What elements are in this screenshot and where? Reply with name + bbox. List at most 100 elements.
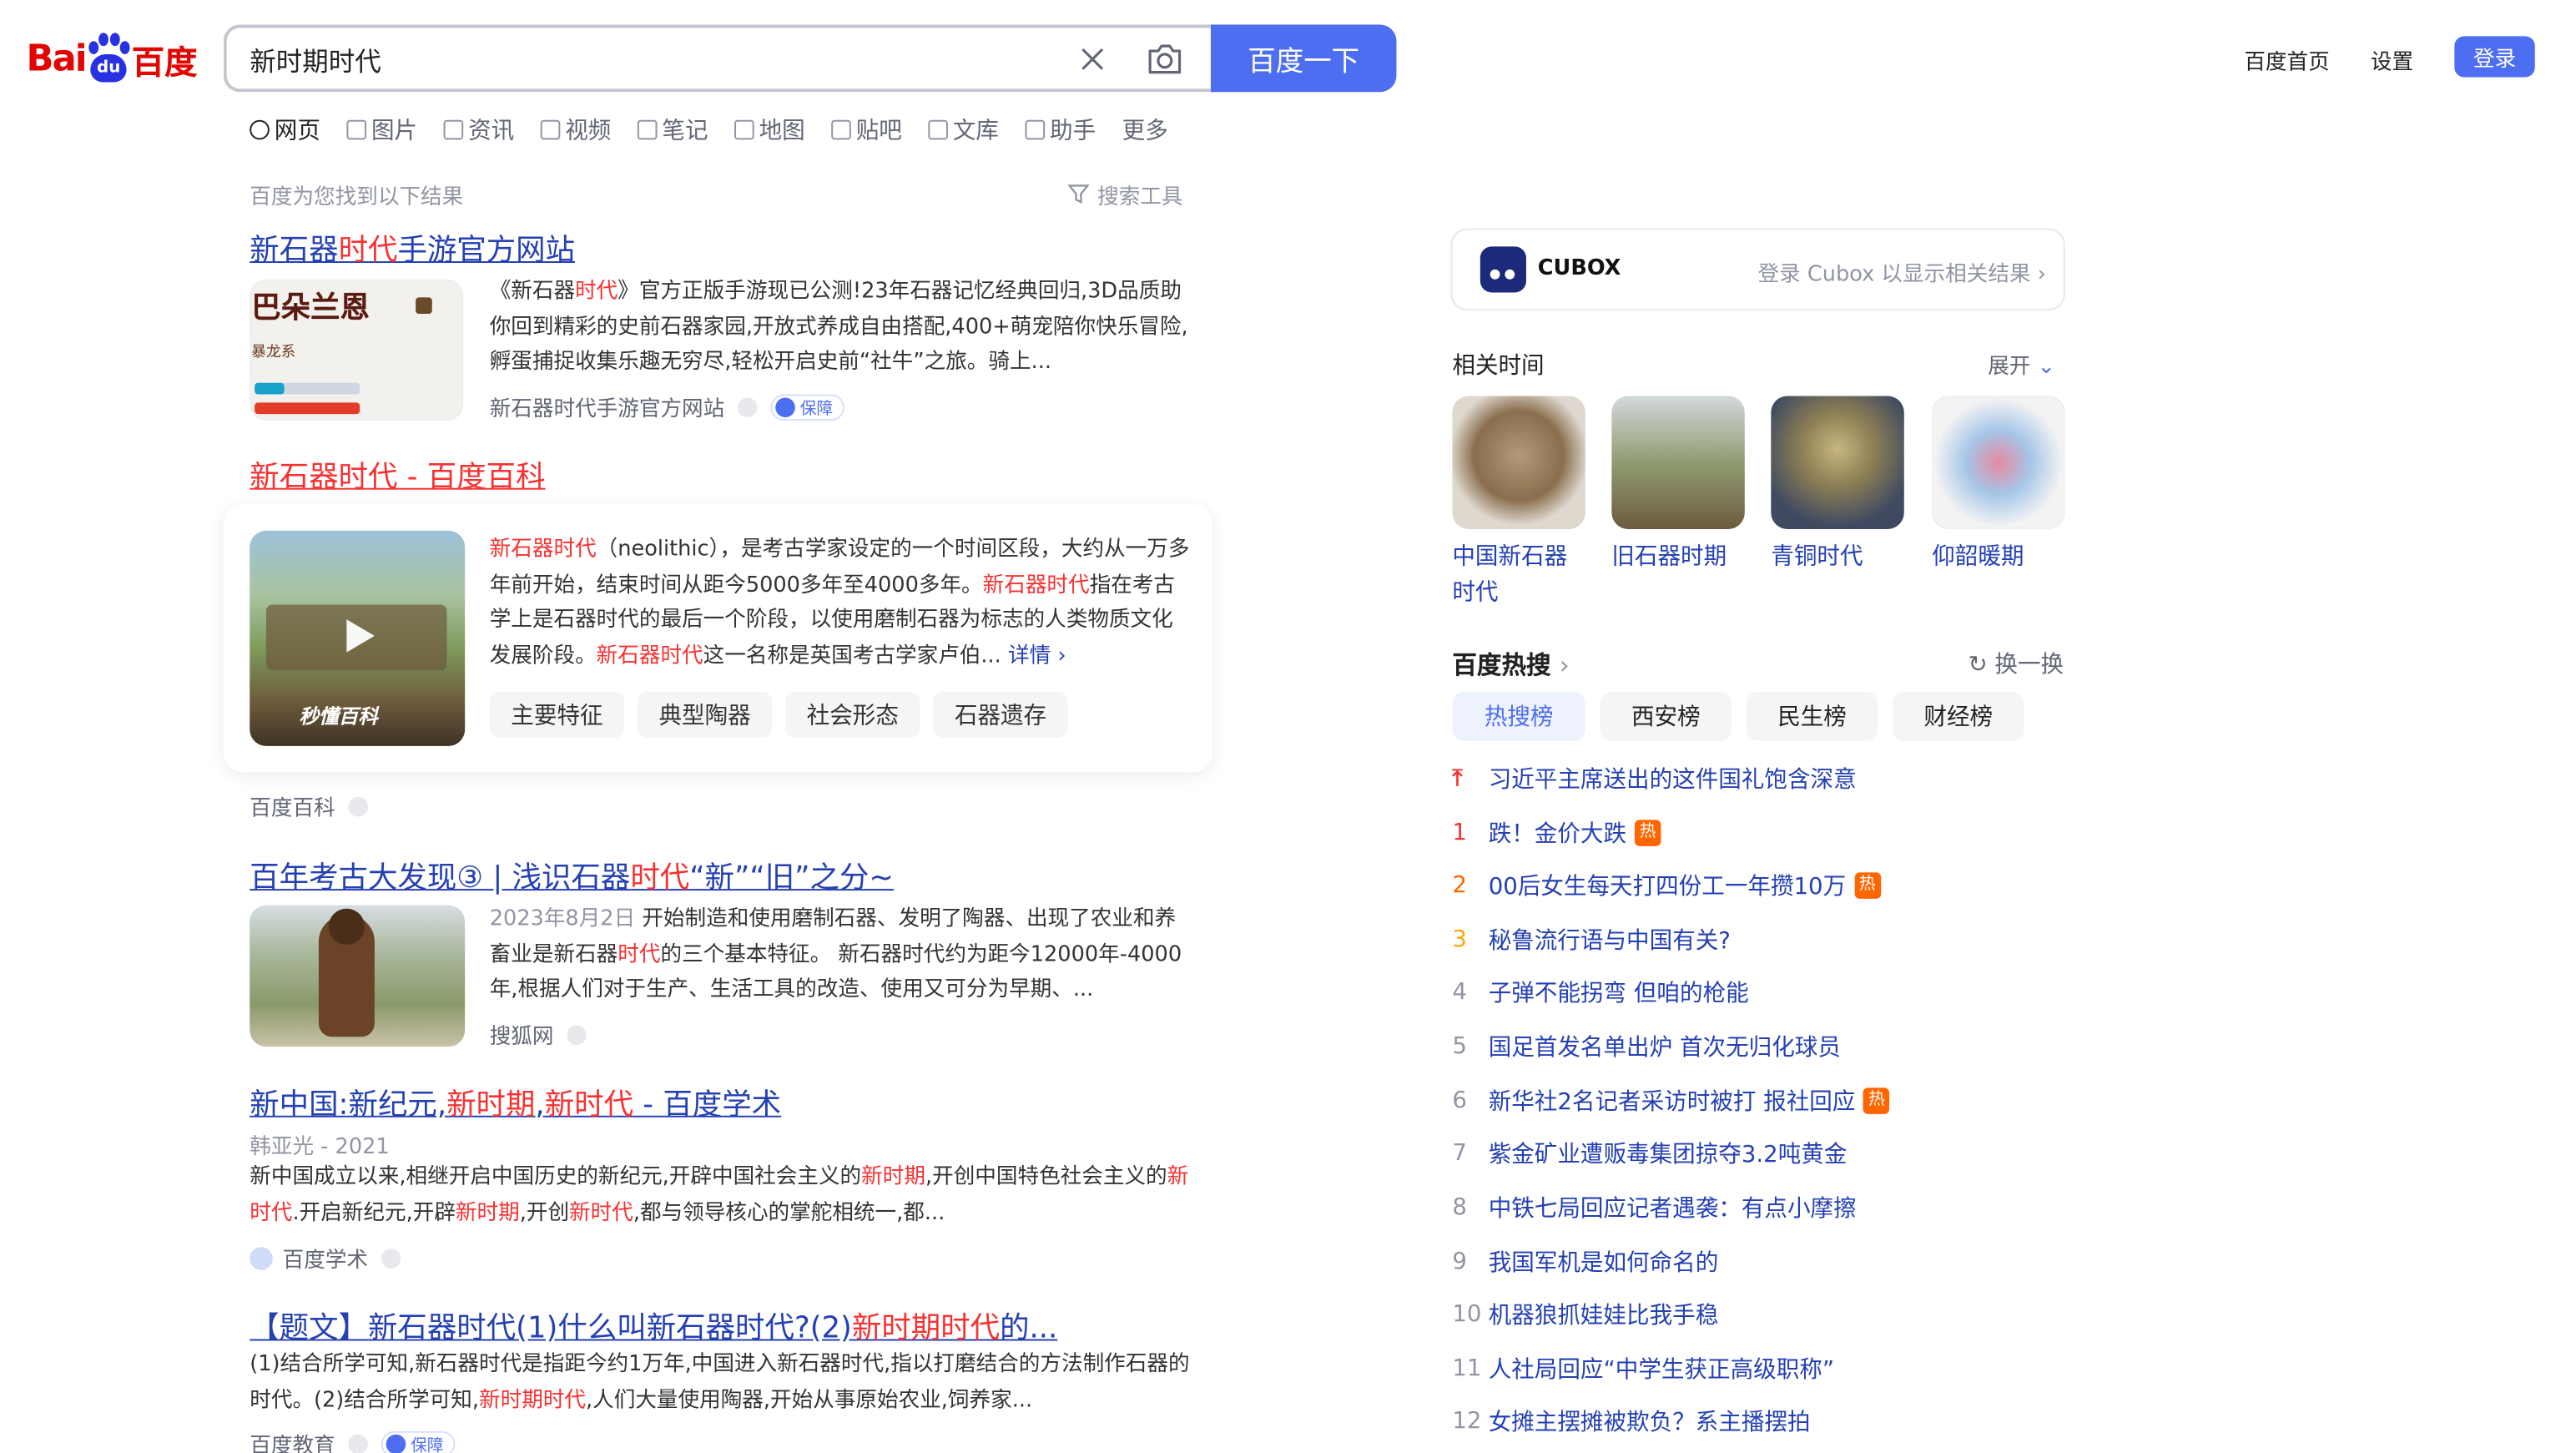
hot-text: 女摊主摆摊被欺负？系主播摆拍 [1488, 1410, 1811, 1436]
baidu-logo[interactable]: Bai du 百度 [27, 29, 198, 88]
tab-wenku[interactable]: 文库 [928, 112, 999, 148]
details-link[interactable]: 详情 › [1008, 643, 1066, 668]
map-icon [734, 119, 754, 140]
chip-main-features[interactable]: 主要特征 [489, 691, 625, 738]
tab-xian-list[interactable]: 西安榜 [1600, 691, 1732, 741]
hot-item[interactable]: 12 女摊主摆摊被欺负？系主播摆拍 [1452, 1403, 1810, 1439]
hot-text: 00后女生每天打四份工一年攒10万 [1488, 874, 1847, 901]
hot-item[interactable]: 7 紫金矿业遭贩毒集团掠夺3.2吨黄金 [1452, 1135, 1847, 1171]
hot-item[interactable]: 5 国足首发名单出炉 首次无归化球员 [1452, 1028, 1841, 1064]
related-item[interactable]: 中国新石器时代 [1452, 396, 1585, 611]
search-tools-button[interactable]: 搜索工具 [1067, 179, 1183, 210]
hot-rank: 3 [1452, 926, 1467, 953]
guarantee-badge[interactable]: 保障 [381, 1430, 456, 1453]
tab-livelihood-list[interactable]: 民生榜 [1746, 691, 1878, 741]
hot-text: 人社局回应“中学生获正高级职称” [1488, 1357, 1835, 1384]
result-snippet: (1)结合所学可知,新石器时代是指距今约1万年,中国进入新石器时代,指以打磨结合… [250, 1352, 1190, 1413]
guarantee-badge[interactable]: 保障 [770, 393, 844, 421]
tab-map[interactable]: 地图 [734, 112, 805, 148]
result-source[interactable]: 百度学术 [250, 1242, 401, 1274]
result-title[interactable]: 新中国:新纪元,新时期,新时代 - 百度学术 [250, 1081, 781, 1123]
tab-label: 助手 [1050, 118, 1096, 145]
result-snippet: 新中国成立以来,相继开启中国历史的新纪元,开辟中国社会主义的新时期,开创中国特色… [250, 1164, 1189, 1225]
search-tabs: 网页 图片 资讯 视频 笔记 地图 贴吧 文库 助手 更多 [250, 112, 1194, 148]
close-icon[interactable] [1075, 41, 1111, 77]
caveman-thumbnail[interactable] [250, 905, 466, 1047]
thumb-emblem-icon [416, 297, 432, 315]
result-title-baike[interactable]: 新石器时代 - 百度百科 [250, 453, 545, 496]
baidu-home-link[interactable]: 百度首页 [2244, 44, 2329, 76]
info-icon[interactable] [381, 1248, 401, 1268]
result-title[interactable]: 新石器时代手游官方网站 [250, 227, 575, 270]
check-shield-icon [386, 1433, 406, 1453]
hot-item[interactable]: 3 秘鲁流行语与中国有关? [1452, 921, 1731, 957]
tab-tieba[interactable]: 贴吧 [831, 112, 902, 148]
document-icon [928, 119, 948, 140]
tab-news[interactable]: 资讯 [443, 112, 514, 148]
hot-rank: 10 [1452, 1301, 1482, 1328]
logo-text-bai: Bai [26, 38, 88, 80]
result-source[interactable]: 百度教育 保障 [250, 1428, 456, 1453]
search-input[interactable] [250, 41, 1039, 78]
login-button[interactable]: 登录 [2454, 36, 2535, 78]
cubox-card[interactable]: CUBOX 登录 Cubox 以显示相关结果 › [1450, 228, 2065, 311]
result-date: 2023年8月2日 [489, 906, 636, 932]
hot-item[interactable]: 4 子弹不能拐弯 但咱的枪能 [1452, 974, 1748, 1010]
hot-text: 紫金矿业遭贩毒集团掠夺3.2吨黄金 [1488, 1142, 1848, 1168]
info-icon[interactable] [567, 1024, 587, 1045]
hot-item[interactable]: 10 机器狼抓娃娃比我手稳 [1452, 1296, 1718, 1332]
hot-item[interactable]: ⤒ 习近平主席送出的这件国礼饱含深意 [1452, 761, 1856, 797]
baike-video-thumbnail[interactable]: 秒懂百科 [250, 530, 466, 746]
result-source[interactable]: 新石器时代手游官方网站 保障 [490, 391, 844, 422]
camera-icon[interactable] [1145, 41, 1184, 77]
hot-search-title[interactable]: 百度热搜 › [1452, 648, 1569, 682]
tab-assistant[interactable]: 助手 [1025, 112, 1096, 148]
info-icon[interactable] [348, 795, 369, 816]
hot-rank: 1 [1452, 820, 1467, 846]
thumb-caption: 秒懂百科 [299, 704, 378, 729]
chip-stone-tools[interactable]: 石器遗存 [933, 691, 1068, 738]
chip-society[interactable]: 社会形态 [785, 691, 920, 738]
chevron-right-icon: › [1057, 643, 1066, 668]
hot-item[interactable]: 1 跌！金价大跌热 [1452, 815, 1661, 851]
hot-item[interactable]: 11 人社局回应“中学生获正高级职称” [1452, 1350, 1834, 1386]
hot-item[interactable]: 2 00后女生每天打四份工一年攒10万热 [1452, 868, 1881, 904]
thumb-subtitle: 暴龙系 [251, 345, 296, 362]
paw-icon: du [88, 33, 130, 85]
play-icon[interactable] [339, 616, 378, 655]
settings-link[interactable]: 设置 [2371, 44, 2413, 76]
tab-hot-list[interactable]: 热搜榜 [1452, 691, 1585, 741]
tab-finance-list[interactable]: 财经榜 [1893, 691, 2024, 741]
yangshao-chart-image [1932, 396, 2065, 529]
result-source[interactable]: 百度百科 [250, 790, 369, 821]
info-icon[interactable] [737, 396, 758, 417]
hot-item[interactable]: 9 我国军机是如何命名的 [1452, 1244, 1718, 1279]
related-item[interactable]: 青铜时代 [1771, 396, 1904, 575]
hot-item[interactable]: 6 新华社2名记者采访时被打 报社回应热 [1452, 1082, 1890, 1118]
expand-button[interactable]: 展开 ⌄ [1988, 348, 2055, 380]
paleolithic-image [1611, 396, 1745, 529]
related-item[interactable]: 仰韶暖期 [1932, 396, 2065, 575]
hot-rank: 11 [1452, 1355, 1482, 1382]
xueshu-icon [250, 1246, 273, 1269]
tab-notes[interactable]: 笔记 [637, 112, 708, 148]
result-source[interactable]: 搜狐网 [490, 1019, 587, 1050]
tab-video[interactable]: 视频 [540, 112, 611, 148]
search-button[interactable]: 百度一下 [1210, 24, 1397, 93]
chip-pottery[interactable]: 典型陶器 [637, 691, 773, 738]
cubox-name: CUBOX [1537, 256, 1621, 281]
cubox-login-hint[interactable]: 登录 Cubox 以显示相关结果 › [1758, 256, 2046, 288]
related-item[interactable]: 旧石器时期 [1611, 396, 1745, 575]
game-thumbnail[interactable]: 巴朵兰恩 暴龙系 [250, 279, 464, 421]
tab-more[interactable]: 更多 [1122, 112, 1168, 148]
hot-item[interactable]: 8 中铁七局回应记者遇袭：有点小摩擦 [1452, 1189, 1856, 1225]
info-icon[interactable] [348, 1433, 369, 1453]
hot-badge: 热 [1634, 820, 1661, 846]
result-title[interactable]: 百年考古大发现③ | 浅识石器时代“新”“旧”之分~ [250, 855, 894, 897]
result-title[interactable]: 【题文】新石器时代(1)什么叫新石器时代?(2)新时期时代的... [250, 1304, 1057, 1347]
hot-rank: 9 [1452, 1249, 1467, 1275]
result-snippet: 《新石器时代》官方正版手游现已公测!23年石器记忆经典回归,3D品质助你回到精彩… [489, 279, 1188, 375]
refresh-button[interactable]: ↻ 换一换 [1969, 648, 2064, 680]
tab-web[interactable]: 网页 [250, 112, 320, 148]
tab-images[interactable]: 图片 [346, 112, 417, 148]
